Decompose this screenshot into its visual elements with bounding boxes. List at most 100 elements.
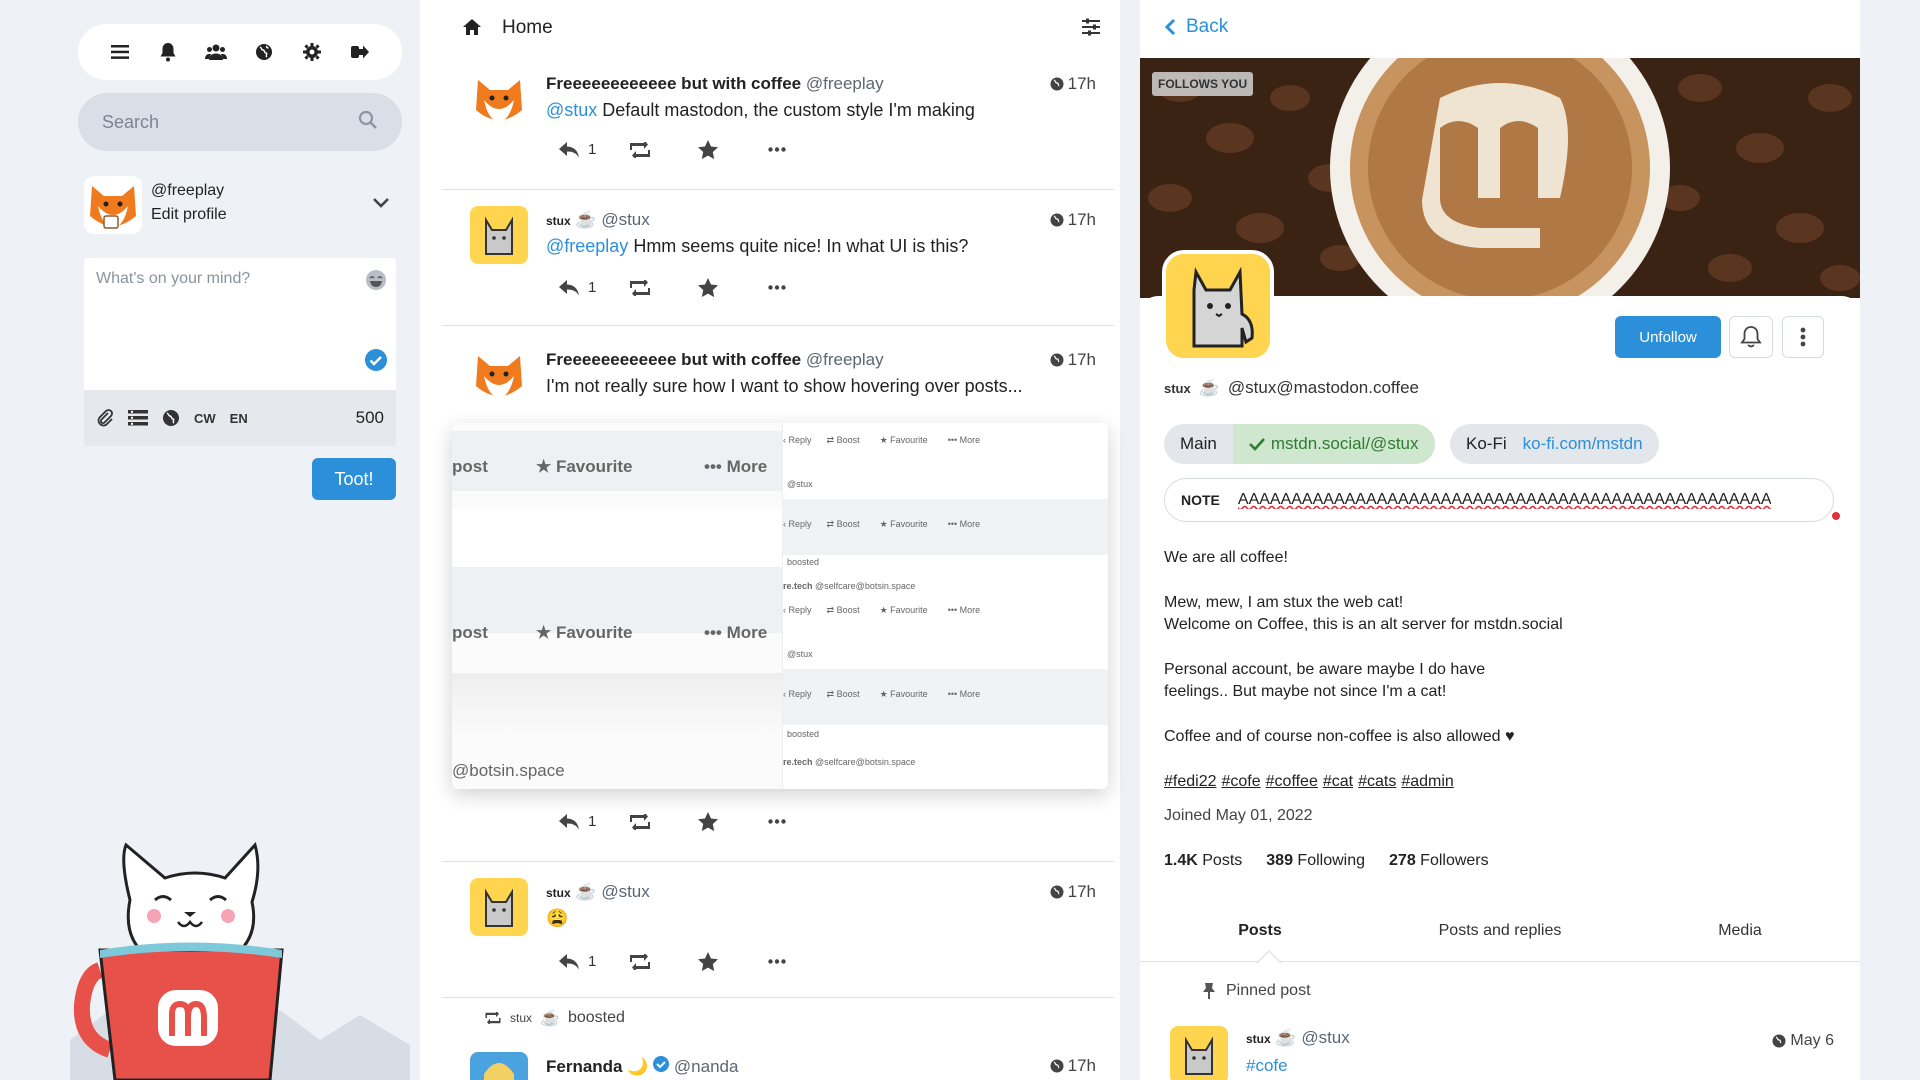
back-button[interactable]: Back	[1164, 16, 1228, 38]
more-button[interactable]	[768, 819, 786, 824]
status-time[interactable]: 17h	[1050, 1056, 1096, 1076]
status-avatar[interactable]	[1170, 1026, 1228, 1080]
status-author[interactable]: stux ☕ @stux	[1246, 1028, 1350, 1048]
boost-button[interactable]	[628, 141, 698, 158]
favourite-button[interactable]	[698, 278, 768, 297]
hashtag-link[interactable]: #fedi22	[1164, 773, 1217, 791]
reply-button[interactable]: 1	[558, 813, 628, 831]
chevron-down-icon[interactable]	[372, 194, 390, 214]
status-item[interactable]: Freeeeeeeeeeee but with coffee @freeplay…	[442, 70, 1114, 190]
profile-more-button[interactable]	[1782, 316, 1824, 358]
status-item[interactable]: stux ☕ @stux 17h @freeplay Hmm seems qui…	[442, 206, 1114, 326]
reply-button[interactable]: 1	[558, 953, 628, 971]
visibility-globe-icon[interactable]	[162, 409, 180, 427]
profile-note-field[interactable]: NOTE AAAAAAAAAAAAAAAAAAAAAAAAAAAAAAAAAAA…	[1164, 478, 1834, 522]
sliders-icon[interactable]	[1082, 18, 1100, 41]
menu-icon[interactable]	[105, 37, 135, 67]
my-avatar[interactable]	[84, 176, 142, 234]
profile-avatar[interactable]	[1162, 250, 1274, 362]
reply-button[interactable]: 1	[558, 279, 628, 297]
search-box	[78, 93, 402, 151]
preview-text: boosted	[787, 557, 820, 567]
preview-favourite: ★ Favourite	[536, 457, 633, 476]
field-value-link[interactable]: ko-fi.com/mstdn	[1523, 424, 1659, 464]
notify-button[interactable]	[1729, 316, 1773, 358]
ellipsis-icon	[768, 959, 786, 964]
gear-icon[interactable]	[297, 37, 327, 67]
pinned-status[interactable]: stux ☕ @stux #cofe May 6	[1170, 1022, 1840, 1080]
status-author[interactable]: Freeeeeeeeeeee but with coffee @freeplay	[546, 350, 884, 370]
edit-profile-link[interactable]: Edit profile	[151, 206, 227, 224]
logout-icon[interactable]	[345, 37, 375, 67]
hashtag-link[interactable]: #admin	[1401, 773, 1453, 791]
globe-icon	[1050, 353, 1064, 367]
tab-media[interactable]: Media	[1620, 910, 1860, 961]
boost-button[interactable]	[628, 953, 698, 970]
mention-link[interactable]: @freeplay	[546, 236, 628, 256]
status-acct: @nanda	[673, 1057, 739, 1076]
status-author[interactable]: Freeeeeeeeeeee but with coffee @freeplay	[546, 74, 884, 94]
search-icon[interactable]	[358, 110, 378, 135]
language-button[interactable]: EN	[230, 411, 248, 426]
status-time[interactable]: 17h	[1050, 74, 1096, 94]
favourite-button[interactable]	[698, 952, 768, 971]
status-author[interactable]: stux ☕ @stux	[546, 882, 650, 902]
more-button[interactable]	[768, 147, 786, 152]
status-item[interactable]: Fernanda 🌙 @nanda 17h	[442, 1052, 1114, 1080]
reply-button[interactable]: 1	[558, 141, 628, 159]
ellipsis-icon	[768, 147, 786, 152]
profile-field-main: Main mstdn.social/@stux	[1164, 424, 1435, 464]
pinned-post-label: Pinned post	[1202, 982, 1311, 1000]
status-content: @stux Default mastodon, the custom style…	[546, 100, 975, 120]
hashtag-link[interactable]: #coffee	[1266, 773, 1318, 791]
status-media-attachment[interactable]: post ★ Favourite ••• More post ★ Favouri…	[452, 423, 1108, 789]
hashtag-link[interactable]: #cats	[1358, 773, 1396, 791]
globe-icon[interactable]	[249, 37, 279, 67]
my-profile-row: @freeplay Edit profile	[84, 176, 404, 236]
note-value[interactable]: AAAAAAAAAAAAAAAAAAAAAAAAAAAAAAAAAAAAAAAA…	[1238, 491, 1772, 509]
paperclip-icon[interactable]	[96, 409, 114, 427]
status-time[interactable]: 17h	[1050, 882, 1096, 902]
favourite-button[interactable]	[698, 812, 768, 831]
poll-icon[interactable]	[128, 410, 148, 426]
booster-name[interactable]: stux	[510, 1011, 532, 1025]
status-time[interactable]: 17h	[1050, 350, 1096, 370]
compose-textarea[interactable]	[96, 270, 346, 370]
people-icon[interactable]	[201, 37, 231, 67]
hashtag-link[interactable]: #cofe	[1246, 1056, 1288, 1076]
star-icon	[698, 812, 718, 831]
status-item[interactable]: stux ☕ @stux 17h 😩 1	[442, 878, 1114, 998]
status-avatar[interactable]	[470, 878, 528, 936]
boost-button[interactable]	[628, 813, 698, 830]
star-icon	[698, 140, 718, 159]
compose-box	[84, 258, 396, 390]
status-author[interactable]: stux ☕ @stux	[546, 210, 650, 230]
emoji-picker-icon[interactable]	[364, 268, 388, 297]
followers-count-link[interactable]: 278 Followers	[1389, 852, 1489, 870]
status-time[interactable]: May 6	[1772, 1032, 1834, 1050]
following-count-link[interactable]: 389 Following	[1266, 852, 1365, 870]
unfollow-button[interactable]: Unfollow	[1615, 316, 1721, 358]
status-avatar[interactable]	[470, 346, 528, 404]
more-button[interactable]	[768, 285, 786, 290]
mention-link[interactable]: @stux	[546, 100, 597, 120]
coffee-emoji: ☕	[575, 882, 597, 901]
status-avatar[interactable]	[470, 1052, 528, 1080]
cw-button[interactable]: CW	[194, 411, 216, 426]
more-button[interactable]	[768, 959, 786, 964]
favourite-button[interactable]	[698, 140, 768, 159]
search-input[interactable]	[102, 111, 358, 133]
preview-text: re.tech @selfcare@botsin.space	[783, 581, 916, 591]
hashtag-link[interactable]: #cat	[1323, 773, 1353, 791]
bell-icon[interactable]	[153, 37, 183, 67]
boost-button[interactable]	[628, 279, 698, 296]
toot-button[interactable]: Toot!	[312, 458, 396, 500]
status-avatar[interactable]	[470, 70, 528, 128]
status-avatar[interactable]	[470, 206, 528, 264]
posts-count-link[interactable]: 1.4K Posts	[1164, 852, 1242, 870]
tab-posts-and-replies[interactable]: Posts and replies	[1380, 910, 1620, 961]
hashtag-link[interactable]: #cofe	[1222, 773, 1261, 791]
field-value-verified[interactable]: mstdn.social/@stux	[1232, 424, 1435, 464]
status-author[interactable]: Fernanda 🌙 @nanda	[546, 1056, 738, 1077]
status-time[interactable]: 17h	[1050, 210, 1096, 230]
